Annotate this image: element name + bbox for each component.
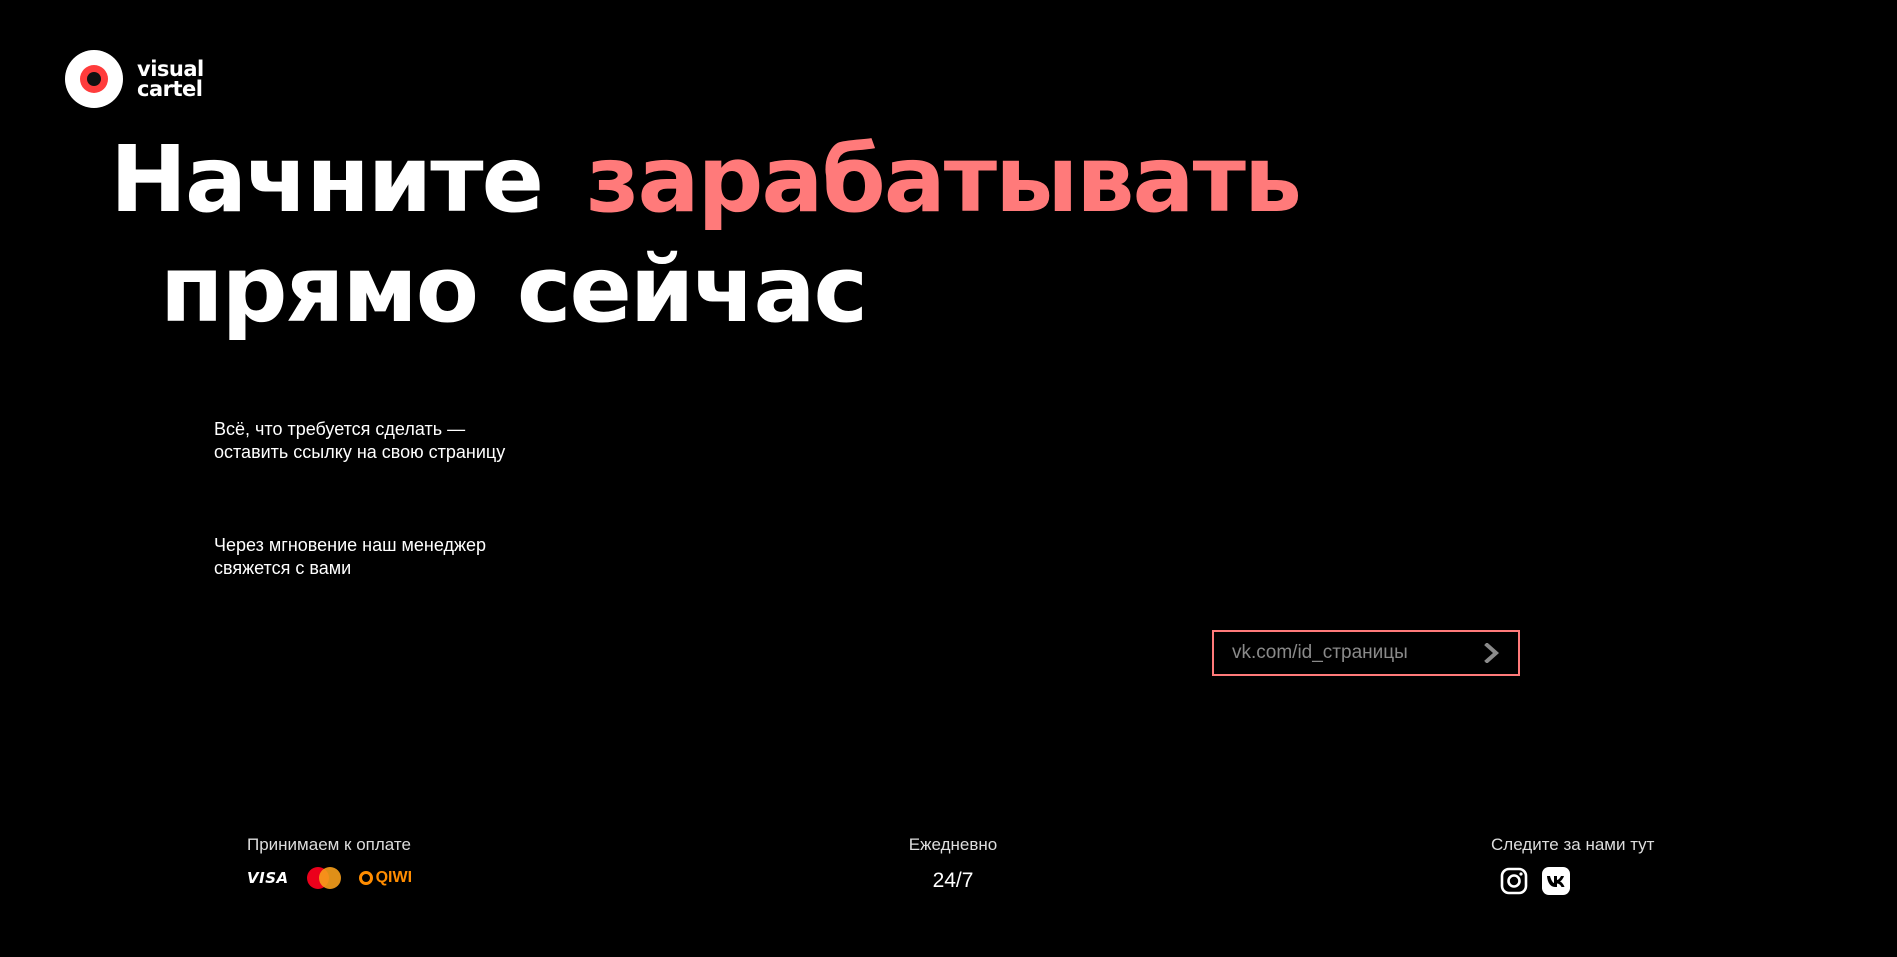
page-link-input[interactable] (1214, 631, 1474, 675)
logo-text-line1: visual (137, 57, 204, 81)
social-icons (1491, 867, 1654, 895)
description-step2-line2: свяжется с вами (214, 558, 352, 578)
hero-word-right: прямо (160, 236, 479, 343)
landing-page: visual cartel Начните зарабатывать прямо с… (0, 0, 1897, 957)
hero-word-now: сейчас (516, 236, 868, 343)
instagram-icon[interactable] (1500, 867, 1528, 895)
social-section: Следите за нами тут (1491, 835, 1654, 895)
description-step1-line1: Всё, что требуется сделать — (214, 419, 466, 439)
chevron-right-icon (1484, 643, 1500, 663)
logo[interactable]: visual cartel (65, 50, 204, 108)
hero-line2: прямо сейчас (110, 235, 1300, 345)
mastercard-icon (306, 867, 341, 889)
qiwi-icon: QIWI (358, 869, 413, 887)
logo-mark-icon (65, 50, 123, 108)
description-step2: Через мгновение наш менеджер свяжется с … (214, 534, 574, 580)
logo-text: visual cartel (137, 57, 204, 101)
description-step2-line1: Через мгновение наш менеджер (214, 535, 487, 555)
vk-icon[interactable] (1542, 867, 1570, 895)
payment-label: Принимаем к оплате (247, 835, 411, 854)
submit-button[interactable] (1480, 641, 1504, 665)
logo-text-line2: cartel (137, 77, 203, 101)
page-link-form (1212, 630, 1520, 676)
hours-value: 24/7 (932, 869, 974, 892)
hero-line1: Начните зарабатывать (110, 126, 1302, 233)
social-label: Следите за нами тут (1491, 835, 1655, 854)
hours-section: Ежедневно 24/7 (907, 835, 999, 893)
payment-methods: VISA QIWI (247, 867, 412, 889)
hero-word-earn: зарабатывать (585, 126, 1302, 233)
description-step1-line2: оставить ссылку на свою страницу (214, 442, 506, 462)
description-step1: Всё, что требуется сделать — оставить сс… (214, 418, 574, 464)
payment-section: Принимаем к оплате VISA QIWI (247, 835, 412, 889)
hero-word-start: Начните (110, 126, 544, 233)
hero-headline: Начните зарабатывать прямо сейчас (110, 125, 1302, 345)
daily-label: Ежедневно (908, 835, 998, 854)
visa-icon: VISA (247, 869, 289, 887)
qiwi-text: QIWI (375, 869, 413, 886)
